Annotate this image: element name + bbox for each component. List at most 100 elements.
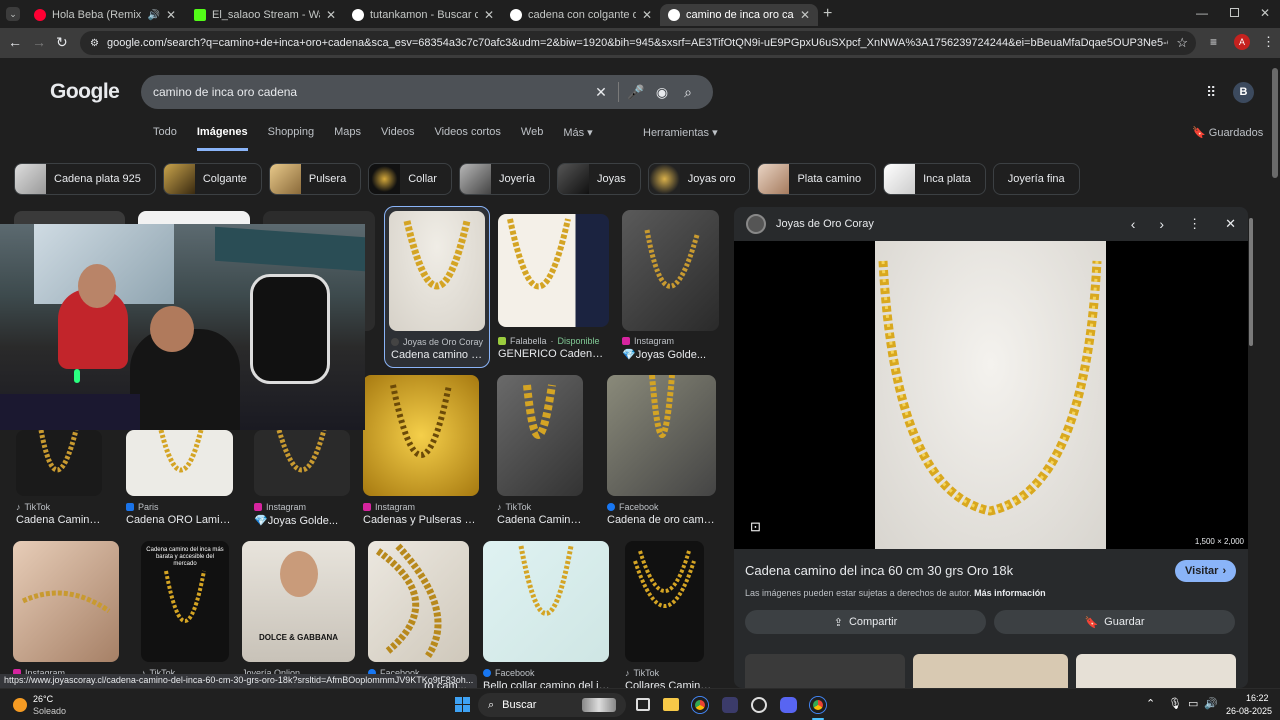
close-tab-icon[interactable]: ✕ xyxy=(800,8,810,22)
image-result-instagram-3[interactable]: Instagram Cadenas y Pulseras Mo... xyxy=(363,375,479,530)
close-panel-icon[interactable]: ✕ xyxy=(1225,216,1236,232)
search-icon[interactable]: ⌕ xyxy=(675,84,701,101)
image-result-tiktok-3[interactable]: Cadena camino del inca más barata y acce… xyxy=(141,541,229,681)
volume-icon[interactable]: 🔊 xyxy=(1204,697,1218,710)
lens-icon[interactable]: ◉ xyxy=(649,84,675,101)
microphone-icon[interactable]: 🎤 xyxy=(623,84,649,101)
saved-button[interactable]: 🔖 Guardados xyxy=(1192,126,1263,139)
microphone-tray-icon[interactable]: 🎙 xyxy=(1168,697,1182,710)
tab-google-cadena[interactable]: cadena con colgante de tutank ✕ xyxy=(502,4,660,26)
network-icon[interactable]: ▭ xyxy=(1188,697,1198,710)
chip-joyeria-fina[interactable]: Joyería fina xyxy=(992,163,1080,195)
clear-icon[interactable]: ✕ xyxy=(588,84,614,101)
more-info-link[interactable]: Más información xyxy=(974,588,1046,598)
discord-icon[interactable] xyxy=(780,697,797,713)
chip-colgante[interactable]: Colgante xyxy=(162,163,262,195)
tools-button[interactable]: Herramientas ▾ xyxy=(643,126,718,139)
chip-inca-plata[interactable]: Inca plata xyxy=(883,163,986,195)
weather-condition[interactable]: Soleado xyxy=(33,706,66,716)
close-tab-icon[interactable]: ✕ xyxy=(484,8,494,22)
image-result-joyeria-onlion[interactable]: DOLCE & GABBANA Joyería Onlion xyxy=(242,541,355,681)
image-result-paris[interactable]: Paris Cadena ORO Laminad... xyxy=(126,430,236,530)
back-icon[interactable]: ← xyxy=(8,34,22,50)
chip-cadena-plata[interactable]: Cadena plata 925 xyxy=(14,163,156,195)
app-icon-2[interactable] xyxy=(751,697,767,713)
image-result-selected[interactable]: Joyas de Oro Coray Cadena camino de... xyxy=(384,206,490,368)
tray-chevron-icon[interactable]: ⌃ xyxy=(1146,697,1155,710)
clock-date[interactable]: 26-08-2025 xyxy=(1226,706,1272,716)
chip-joyas-oro[interactable]: Joyas oro xyxy=(647,163,751,195)
maximize-icon[interactable] xyxy=(1230,8,1239,17)
panel-title[interactable]: Cadena camino del inca 60 cm 30 grs Oro … xyxy=(745,563,1013,578)
more-options-icon[interactable]: ⋮ xyxy=(1188,216,1201,232)
weather-temp[interactable]: 26°C xyxy=(33,694,53,704)
profile-avatar[interactable]: A xyxy=(1234,34,1250,50)
weather-sun-icon[interactable] xyxy=(13,698,27,712)
image-result-facebook-3[interactable]: Facebook Bello collar camino del inc... xyxy=(483,541,613,688)
apps-grid-icon[interactable]: ⠿ xyxy=(1206,84,1216,101)
chip-joyas[interactable]: Joyas xyxy=(557,163,641,195)
app-icon-1[interactable] xyxy=(722,697,738,713)
site-info-icon[interactable]: ⚙ xyxy=(90,38,99,49)
image-result-instagram-2[interactable]: Instagram 💎Joyas Golde... xyxy=(254,430,350,530)
related-image-3[interactable] xyxy=(1076,654,1236,688)
image-result-tiktok-4[interactable]: ♪ TikTok Collares Camino d... xyxy=(625,541,715,688)
preview-image-area[interactable]: ⊡ 1,500 × 2,000 xyxy=(734,241,1248,549)
tab-youtube[interactable]: Hola Beba (Remix) - YouTube 🔊 ✕ xyxy=(26,4,184,26)
image-result-facebook-1[interactable]: Facebook Cadena de oro camino ... xyxy=(607,375,716,530)
related-image-2[interactable] xyxy=(913,654,1068,688)
start-windows-icon[interactable] xyxy=(455,697,470,712)
clock-time[interactable]: 16:22 xyxy=(1246,693,1269,703)
search-input[interactable]: camino de inca oro cadena xyxy=(153,85,588,99)
panel-scrollbar[interactable] xyxy=(1249,218,1253,346)
chip-collar[interactable]: Collar xyxy=(368,163,452,195)
url-text[interactable]: google.com/search?q=camino+de+inca+oro+c… xyxy=(107,37,1168,49)
tab-maps[interactable]: Maps xyxy=(334,126,361,151)
tab-search-icon[interactable]: ⌄ xyxy=(6,7,20,21)
tab-google-camino-inca[interactable]: camino de inca oro cadena - B ✕ xyxy=(660,4,818,26)
close-tab-icon[interactable]: ✕ xyxy=(642,8,652,22)
lens-search-icon[interactable]: ⊡ xyxy=(750,519,761,535)
image-result-falabella[interactable]: Falabella · Disponible GENERICO Cadena .… xyxy=(498,214,609,364)
chip-pulsera[interactable]: Pulsera xyxy=(268,163,362,195)
close-tab-icon[interactable]: ✕ xyxy=(326,8,336,22)
close-window-icon[interactable]: ✕ xyxy=(1260,6,1270,20)
taskbar-search[interactable]: ⌕ Buscar xyxy=(478,693,626,717)
speaker-icon[interactable]: 🔊 xyxy=(147,10,159,21)
panel-source-name[interactable]: Joyas de Oro Coray xyxy=(776,218,1121,230)
tab-videos[interactable]: Videos xyxy=(381,126,414,151)
share-button[interactable]: ⇪ Compartir xyxy=(745,610,986,634)
file-explorer-icon[interactable] xyxy=(663,698,679,711)
save-button[interactable]: 🔖 Guardar xyxy=(994,610,1235,634)
tab-videos-cortos[interactable]: Videos cortos xyxy=(434,126,500,151)
address-bar[interactable]: ⚙ google.com/search?q=camino+de+inca+oro… xyxy=(80,31,1196,55)
media-control-icon[interactable]: ≡ xyxy=(1210,35,1217,49)
image-result-tiktok-1[interactable]: ♪ TikTok Cadena Camino d... xyxy=(16,430,106,530)
image-result-facebook-2[interactable]: Facebook xyxy=(368,541,469,681)
image-result-instagram-4[interactable]: Instagram xyxy=(13,541,119,681)
previous-icon[interactable]: ‹ xyxy=(1131,216,1136,232)
chrome-icon[interactable] xyxy=(692,697,708,713)
preview-image[interactable] xyxy=(875,241,1106,549)
tab-todo[interactable]: Todo xyxy=(153,126,177,151)
browser-menu-icon[interactable]: ⋮ xyxy=(1262,34,1275,50)
forward-icon[interactable]: → xyxy=(32,34,46,50)
tab-web[interactable]: Web xyxy=(521,126,543,151)
bookmark-star-icon[interactable]: ☆ xyxy=(1176,35,1188,51)
tab-kick[interactable]: El_salaoo Stream - Watch Live o ✕ xyxy=(186,4,344,26)
google-logo[interactable]: Google xyxy=(50,80,120,104)
task-view-icon[interactable] xyxy=(636,698,650,711)
minimize-icon[interactable]: — xyxy=(1196,6,1208,20)
tab-google-tutankamon[interactable]: tutankamon - Buscar con Goog ✕ xyxy=(344,4,502,26)
search-box[interactable]: camino de inca oro cadena ✕ 🎤 ◉ ⌕ xyxy=(141,75,713,109)
image-result-instagram-1[interactable]: Instagram 💎Joyas Golde... xyxy=(622,210,719,364)
related-image-1[interactable] xyxy=(745,654,905,688)
chip-plata-camino[interactable]: Plata camino xyxy=(757,163,877,195)
chrome-active-icon[interactable] xyxy=(810,697,826,713)
visit-button[interactable]: Visitar › xyxy=(1175,560,1237,582)
tab-imagenes[interactable]: Imágenes xyxy=(196,126,248,151)
new-tab-icon[interactable]: + xyxy=(823,5,832,23)
page-scrollbar[interactable] xyxy=(1272,68,1278,178)
close-tab-icon[interactable]: ✕ xyxy=(166,8,176,22)
tab-mas[interactable]: Más ▾ xyxy=(563,126,592,151)
